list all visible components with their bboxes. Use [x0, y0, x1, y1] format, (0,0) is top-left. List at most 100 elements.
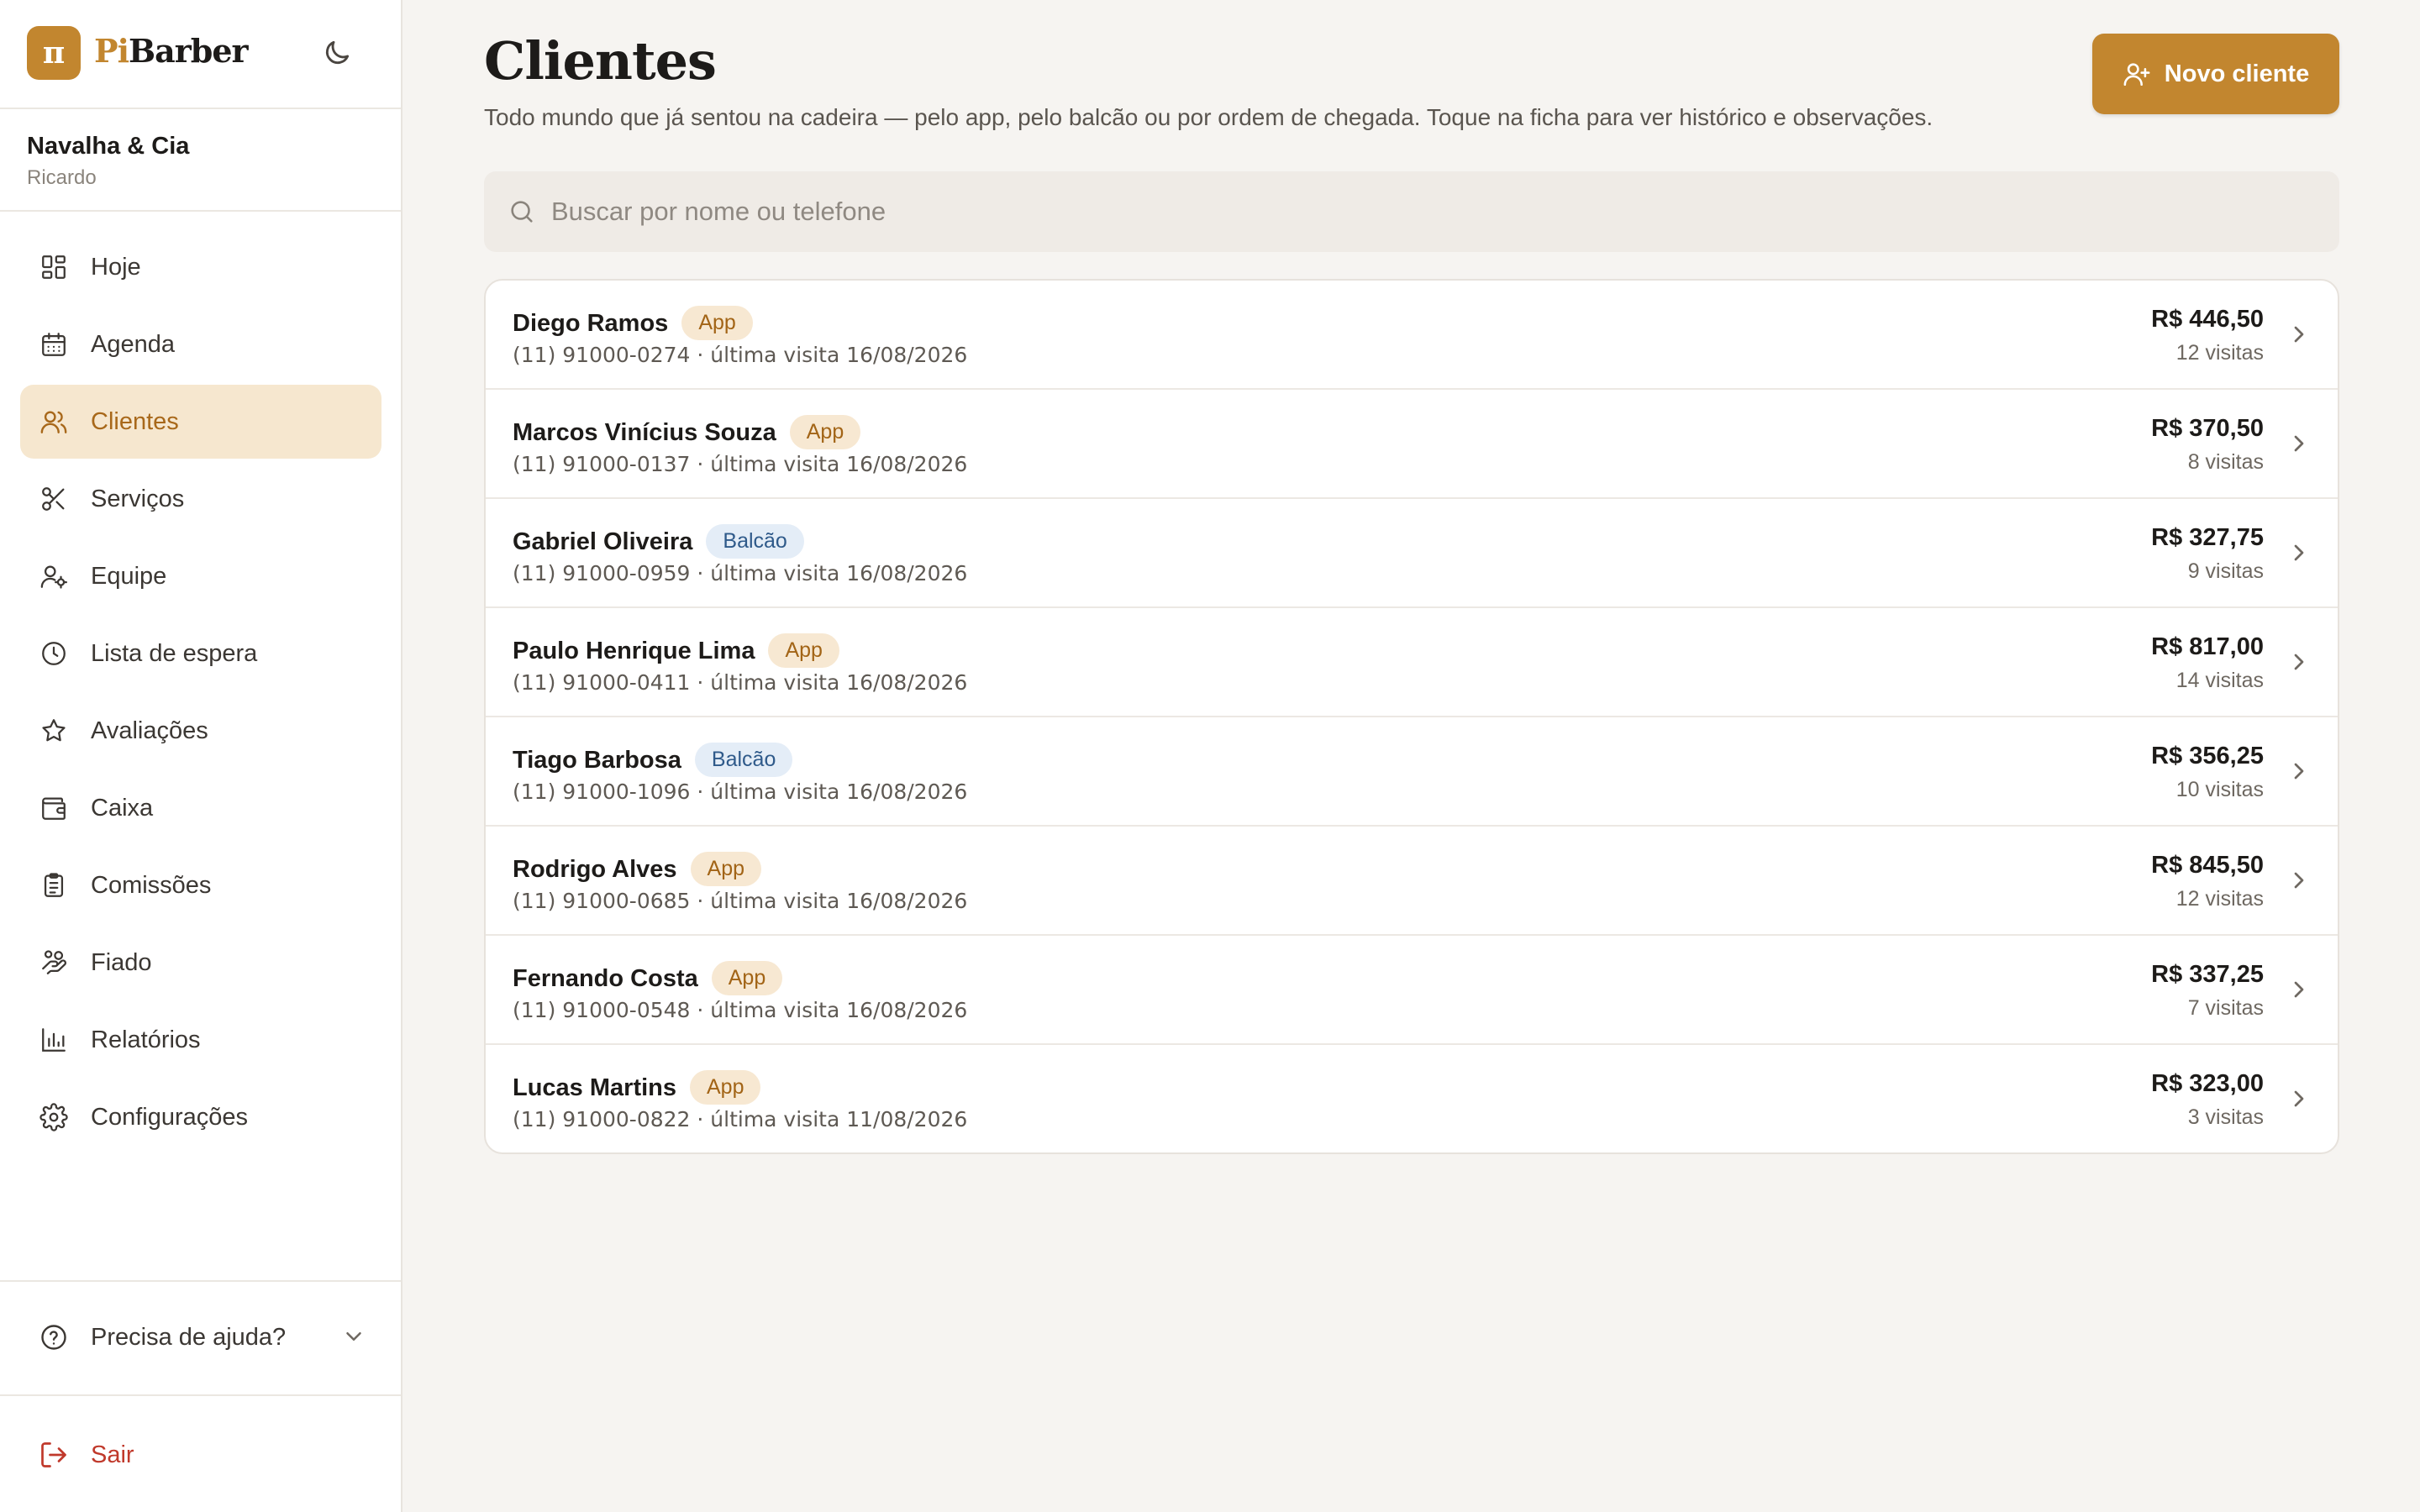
client-phone-last-visit: (11) 91000-0137 · última visita 16/08/20…	[513, 452, 968, 476]
chevron-right-icon	[2294, 326, 2304, 343]
sidebar-item-agenda[interactable]: Agenda	[20, 307, 381, 381]
sidebar: π PiBarber Navalha & Cia Ricardo Hoje Ag…	[0, 0, 402, 1512]
client-visit-count: 12 visitas	[2175, 341, 2264, 365]
client-visit-count: 7 visitas	[2187, 996, 2264, 1020]
help-section: Precisa de ajuda?	[0, 1280, 401, 1396]
sidebar-item-lista-de-espera[interactable]: Lista de espera	[20, 617, 381, 690]
sidebar-item-relatorios[interactable]: Relatórios	[20, 1003, 381, 1077]
sidebar-item-avaliacoes[interactable]: Avaliações	[20, 694, 381, 768]
sidebar-item-label: Fiado	[91, 948, 152, 976]
chevron-right-icon	[2294, 1090, 2304, 1107]
sidebar-item-label: Serviços	[91, 485, 185, 512]
brand-name: PiBarber	[94, 32, 249, 70]
client-visit-count: 10 visitas	[2175, 778, 2264, 801]
shop-name: Navalha & Cia	[27, 133, 190, 160]
client-source-badge: App	[711, 961, 783, 995]
clock-icon	[39, 638, 69, 669]
sidebar-item-caixa[interactable]: Caixa	[20, 771, 381, 845]
sidebar-item-label: Hoje	[91, 253, 141, 281]
client-name: Gabriel Oliveira Balcão	[513, 524, 804, 559]
client-visit-count: 9 visitas	[2187, 559, 2264, 583]
client-total-spent: R$ 370,50	[2151, 415, 2264, 442]
client-source-badge: Balcão	[694, 743, 793, 777]
sidebar-item-label: Caixa	[91, 794, 154, 822]
chevron-right-icon	[2294, 872, 2304, 889]
client-visit-count: 3 visitas	[2187, 1105, 2264, 1129]
moon-icon	[325, 40, 350, 65]
hand-coins-icon	[39, 948, 69, 978]
sidebar-item-comissoes[interactable]: Comissões	[20, 848, 381, 922]
client-total-spent: R$ 817,00	[2151, 633, 2264, 660]
sidebar-item-label: Lista de espera	[91, 639, 258, 667]
client-source-badge: App	[681, 306, 753, 340]
client-phone-last-visit: (11) 91000-0822 · última visita 11/08/20…	[513, 1107, 968, 1131]
calendar-icon	[39, 329, 69, 360]
client-source-badge: App	[690, 1070, 761, 1105]
client-row[interactable]: Lucas Martins App (11) 91000-0822 · últim…	[486, 1045, 2338, 1152]
client-source-badge: App	[789, 415, 861, 449]
client-row[interactable]: Tiago Barbosa Balcão (11) 91000-1096 · úl…	[486, 717, 2338, 827]
shop-info: Navalha & Cia Ricardo	[0, 111, 401, 212]
shop-user: Ricardo	[27, 166, 97, 189]
new-client-button[interactable]: Novo cliente	[2092, 34, 2339, 114]
search-input[interactable]	[551, 171, 2316, 252]
client-total-spent: R$ 356,25	[2151, 743, 2264, 769]
sidebar-item-label: Avaliações	[91, 717, 208, 744]
sidebar-item-equipe[interactable]: Equipe	[20, 539, 381, 613]
sidebar-item-label: Agenda	[91, 330, 175, 358]
client-phone-last-visit: (11) 91000-0959 · última visita 16/08/20…	[513, 561, 968, 585]
client-row[interactable]: Paulo Henrique Lima App (11) 91000-0411 ·…	[486, 608, 2338, 717]
client-visit-count: 12 visitas	[2175, 887, 2264, 911]
new-client-label: Novo cliente	[2164, 60, 2310, 87]
logout-label: Sair	[91, 1441, 134, 1468]
chevron-right-icon	[2294, 544, 2304, 561]
client-total-spent: R$ 337,25	[2151, 961, 2264, 988]
help-toggle[interactable]: Precisa de ajuda?	[39, 1314, 366, 1361]
sidebar-item-configuracoes[interactable]: Configurações	[20, 1080, 381, 1154]
client-row[interactable]: Rodrigo Alves App (11) 91000-0685 · últim…	[486, 827, 2338, 936]
logout-icon	[39, 1440, 69, 1470]
logout-button[interactable]: Sair	[39, 1431, 134, 1478]
client-source-badge: App	[690, 852, 761, 886]
bar-chart-icon	[39, 1025, 69, 1055]
client-phone-last-visit: (11) 91000-0685 · última visita 16/08/20…	[513, 889, 968, 913]
client-source-badge: Balcão	[706, 524, 804, 559]
client-visit-count: 8 visitas	[2187, 450, 2264, 474]
sidebar-item-clientes[interactable]: Clientes	[20, 385, 381, 459]
client-phone-last-visit: (11) 91000-0274 · última visita 16/08/20…	[513, 343, 968, 367]
logo: π	[27, 26, 81, 80]
client-name: Diego Ramos App	[513, 306, 753, 340]
sidebar-item-label: Relatórios	[91, 1026, 201, 1053]
sidebar-item-label: Configurações	[91, 1103, 248, 1131]
search-icon	[511, 201, 533, 223]
sidebar-item-servicos[interactable]: Serviços	[20, 462, 381, 536]
sidebar-item-label: Comissões	[91, 871, 212, 899]
client-row[interactable]: Gabriel Oliveira Balcão (11) 91000-0959 ·…	[486, 499, 2338, 608]
page-title: Clientes	[484, 30, 717, 92]
gear-icon	[39, 1102, 69, 1132]
star-icon	[39, 716, 69, 746]
scissors-icon	[39, 484, 69, 514]
client-name: Fernando Costa App	[513, 961, 783, 995]
sidebar-item-label: Clientes	[91, 407, 179, 435]
client-total-spent: R$ 446,50	[2151, 306, 2264, 333]
client-name: Rodrigo Alves App	[513, 852, 761, 886]
page-subtitle: Todo mundo que já sentou na cadeira — pe…	[484, 104, 1933, 130]
sidebar-item-hoje[interactable]: Hoje	[20, 230, 381, 304]
search-bar	[484, 171, 2339, 252]
sidebar-item-label: Equipe	[91, 562, 167, 590]
client-name: Paulo Henrique Lima App	[513, 633, 839, 668]
wallet-icon	[39, 793, 69, 823]
client-row[interactable]: Fernando Costa App (11) 91000-0548 · últi…	[486, 936, 2338, 1045]
theme-toggle-button[interactable]	[318, 34, 356, 72]
client-row[interactable]: Marcos Vinícius Souza App (11) 91000-0137…	[486, 390, 2338, 499]
sidebar-item-fiado[interactable]: Fiado	[20, 926, 381, 1000]
chevron-down-icon	[346, 1332, 361, 1341]
client-total-spent: R$ 845,50	[2151, 852, 2264, 879]
clipboard-icon	[39, 870, 69, 900]
help-circle-icon	[39, 1322, 69, 1352]
help-label: Precisa de ajuda?	[91, 1323, 287, 1351]
client-row[interactable]: Diego Ramos App (11) 91000-0274 · última …	[486, 281, 2338, 390]
chevron-right-icon	[2294, 435, 2304, 452]
user-gear-icon	[39, 561, 69, 591]
